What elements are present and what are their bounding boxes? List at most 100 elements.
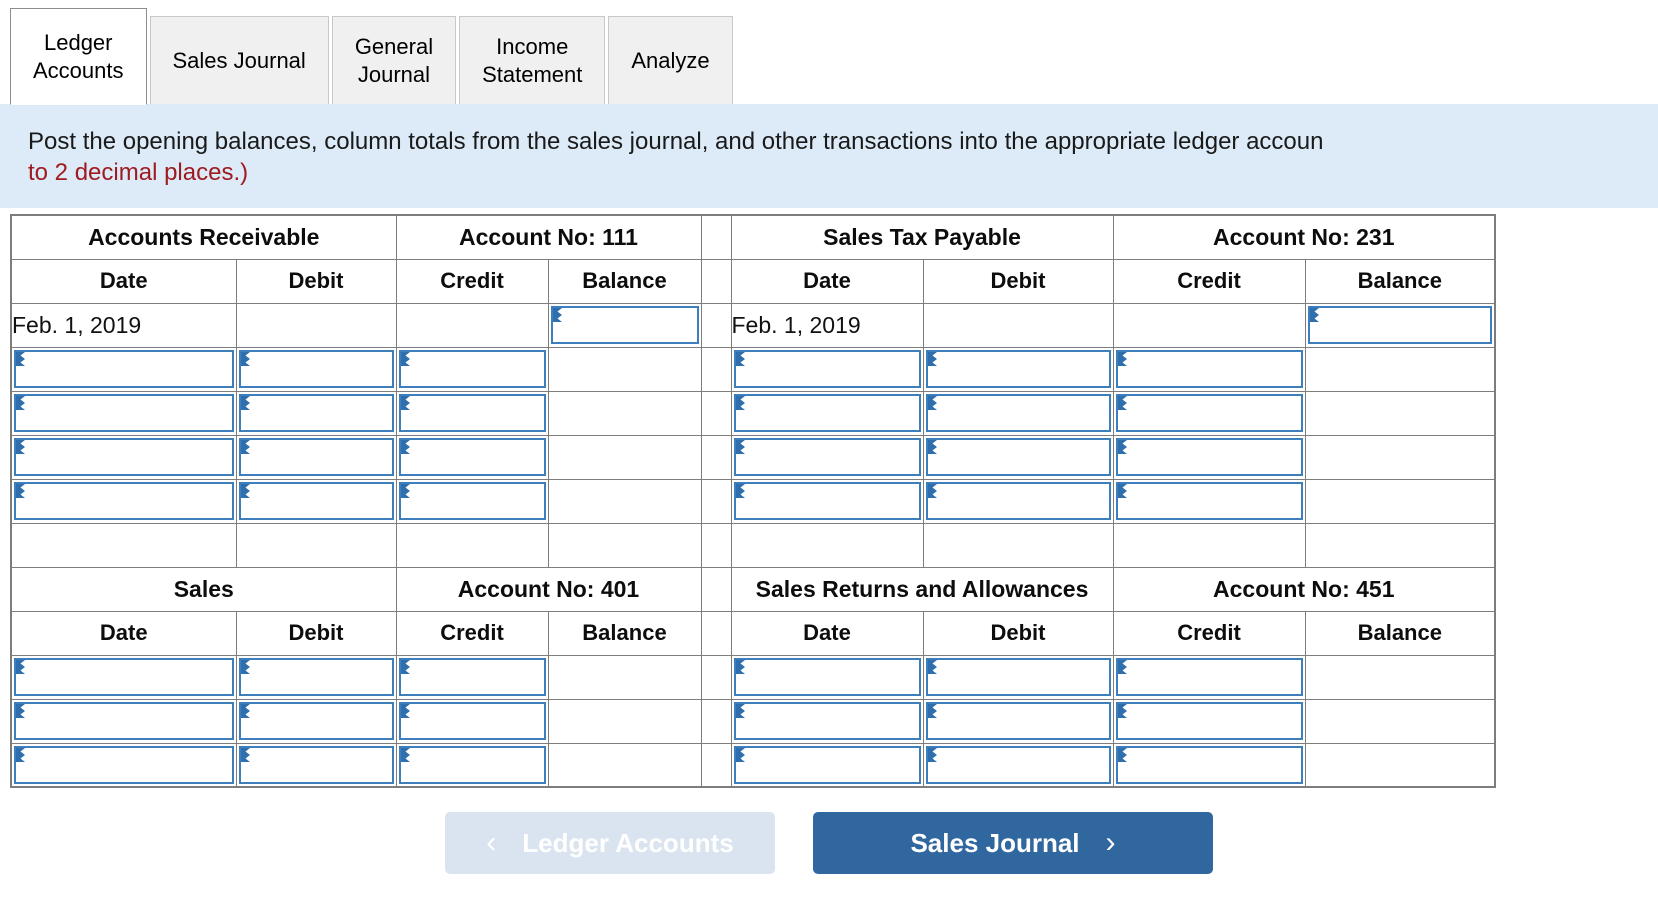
date-input[interactable] — [733, 745, 921, 784]
date-input[interactable] — [14, 350, 234, 388]
credit-input[interactable] — [398, 745, 546, 784]
credit-input[interactable] — [1115, 438, 1303, 476]
ledger-entry-row — [10, 434, 1496, 480]
date-input-cell[interactable] — [10, 390, 237, 436]
credit-input[interactable] — [398, 350, 546, 388]
credit-input[interactable] — [1115, 394, 1303, 432]
debit-input[interactable] — [238, 350, 394, 388]
date-input[interactable] — [733, 482, 921, 520]
debit-input-cell[interactable] — [235, 478, 397, 524]
debit-input-cell[interactable] — [235, 654, 397, 700]
credit-input-cell[interactable] — [395, 742, 549, 788]
credit-input[interactable] — [398, 658, 546, 696]
credit-input-cell[interactable] — [395, 390, 549, 436]
tab-income-statement[interactable]: Income Statement — [459, 16, 606, 104]
debit-input-cell[interactable] — [922, 390, 1114, 436]
credit-input[interactable] — [1115, 745, 1303, 784]
date-input-cell[interactable] — [730, 434, 924, 480]
date-input[interactable] — [14, 745, 234, 784]
debit-input[interactable] — [925, 350, 1111, 388]
credit-input[interactable] — [398, 438, 546, 476]
debit-input[interactable] — [238, 658, 394, 696]
debit-input-cell[interactable] — [922, 346, 1114, 392]
credit-input-cell[interactable] — [1112, 434, 1306, 480]
debit-input-cell[interactable] — [922, 434, 1114, 480]
debit-input-cell[interactable] — [922, 654, 1114, 700]
date-input[interactable] — [733, 350, 921, 388]
debit-input-cell[interactable] — [235, 698, 397, 744]
debit-input[interactable] — [238, 438, 394, 476]
balance-cell — [547, 434, 702, 480]
next-sales-journal-button[interactable]: Sales Journal › — [813, 812, 1213, 874]
balance-input-cell[interactable] — [1304, 302, 1496, 348]
date-input-cell[interactable] — [730, 346, 924, 392]
credit-input[interactable] — [1115, 658, 1303, 696]
date-input-cell[interactable] — [10, 478, 237, 524]
date-input-cell[interactable] — [10, 698, 237, 744]
debit-input[interactable] — [925, 482, 1111, 520]
credit-input-cell[interactable] — [1112, 390, 1306, 436]
debit-input[interactable] — [238, 702, 394, 740]
empty-cell — [235, 302, 397, 348]
credit-input-cell[interactable] — [395, 654, 549, 700]
credit-input-cell[interactable] — [1112, 742, 1306, 788]
date-input-cell[interactable] — [730, 390, 924, 436]
credit-input[interactable] — [398, 702, 546, 740]
credit-input-cell[interactable] — [395, 478, 549, 524]
tab-analyze[interactable]: Analyze — [608, 16, 733, 104]
debit-input-cell[interactable] — [235, 434, 397, 480]
debit-input[interactable] — [238, 482, 394, 520]
debit-input[interactable] — [925, 438, 1111, 476]
date-input[interactable] — [733, 658, 921, 696]
opening-balance-input-sales-tax-payable[interactable] — [1307, 306, 1493, 344]
debit-input-cell[interactable] — [235, 346, 397, 392]
tab-ledger-accounts[interactable]: Ledger Accounts — [10, 8, 147, 105]
credit-input-cell[interactable] — [395, 346, 549, 392]
credit-input-cell[interactable] — [1112, 478, 1306, 524]
credit-input[interactable] — [398, 394, 546, 432]
debit-input[interactable] — [925, 702, 1111, 740]
col-header-balance: Balance — [1304, 258, 1496, 304]
credit-input[interactable] — [1115, 702, 1303, 740]
date-input[interactable] — [733, 394, 921, 432]
date-input-cell[interactable] — [730, 698, 924, 744]
debit-input-cell[interactable] — [235, 742, 397, 788]
debit-input-cell[interactable] — [922, 742, 1114, 788]
date-input[interactable] — [14, 702, 234, 740]
date-input[interactable] — [14, 394, 234, 432]
balance-input-cell[interactable] — [547, 302, 702, 348]
debit-input-cell[interactable] — [922, 478, 1114, 524]
date-input[interactable] — [14, 658, 234, 696]
credit-input[interactable] — [1115, 350, 1303, 388]
debit-input[interactable] — [925, 745, 1111, 784]
debit-input[interactable] — [238, 745, 394, 784]
date-input-cell[interactable] — [730, 478, 924, 524]
tab-sales-journal[interactable]: Sales Journal — [149, 16, 329, 104]
ledger-entry-row — [10, 654, 1496, 700]
date-input[interactable] — [733, 438, 921, 476]
debit-input[interactable] — [925, 658, 1111, 696]
date-input-cell[interactable] — [10, 742, 237, 788]
credit-input-cell[interactable] — [395, 698, 549, 744]
debit-input-cell[interactable] — [235, 390, 397, 436]
date-input[interactable] — [733, 702, 921, 740]
credit-input[interactable] — [398, 482, 546, 520]
debit-input[interactable] — [238, 394, 394, 432]
credit-input-cell[interactable] — [395, 434, 549, 480]
credit-input-cell[interactable] — [1112, 346, 1306, 392]
date-input[interactable] — [14, 438, 234, 476]
date-input-cell[interactable] — [730, 654, 924, 700]
date-input-cell[interactable] — [10, 434, 237, 480]
opening-balance-input-accounts-receivable[interactable] — [550, 306, 699, 344]
credit-input-cell[interactable] — [1112, 654, 1306, 700]
date-input-cell[interactable] — [10, 654, 237, 700]
credit-input-cell[interactable] — [1112, 698, 1306, 744]
date-input-cell[interactable] — [10, 346, 237, 392]
previous-ledger-accounts-button[interactable]: ‹ Ledger Accounts — [445, 812, 775, 874]
tab-general-journal[interactable]: General Journal — [331, 16, 457, 104]
date-input-cell[interactable] — [730, 742, 924, 788]
date-input[interactable] — [14, 482, 234, 520]
credit-input[interactable] — [1115, 482, 1303, 520]
debit-input[interactable] — [925, 394, 1111, 432]
debit-input-cell[interactable] — [922, 698, 1114, 744]
